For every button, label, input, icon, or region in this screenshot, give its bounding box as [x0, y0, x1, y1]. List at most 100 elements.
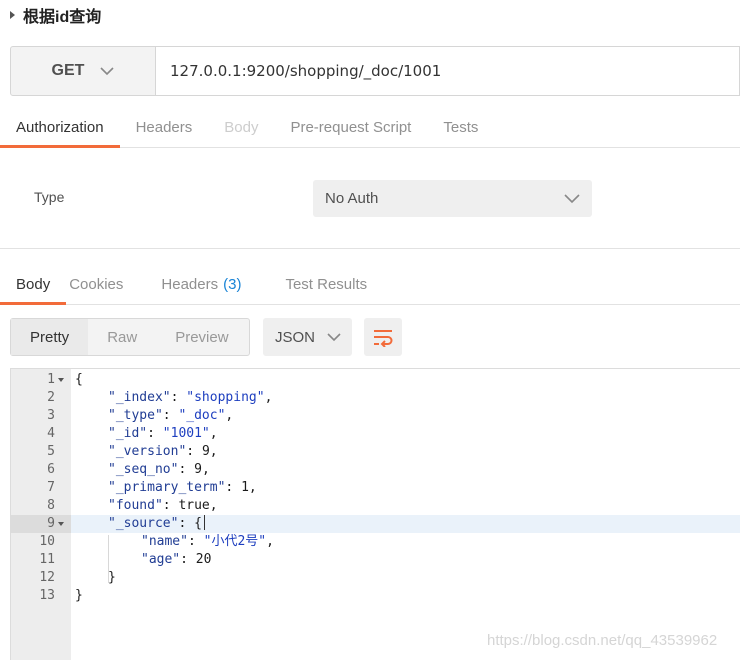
- auth-type-label: Type: [34, 189, 65, 205]
- tab-label: Tests: [443, 118, 479, 136]
- json-value: 1: [241, 480, 249, 495]
- response-body-editor[interactable]: 1 { 2 "_index": "shopping", 3 "_type": "…: [10, 368, 740, 660]
- json-punct: ,: [209, 426, 218, 441]
- wrap-lines-icon: [374, 330, 393, 347]
- section-divider: [0, 248, 740, 249]
- tab-test-results[interactable]: Test Results: [257, 264, 383, 304]
- code-line: 5 "_version": 9,: [11, 443, 740, 461]
- tab-label: Authorization: [16, 118, 104, 136]
- fold-arrow-icon[interactable]: [58, 522, 64, 526]
- headers-count: (3): [223, 275, 242, 293]
- tab-body: Body: [208, 107, 274, 147]
- text-cursor: [203, 515, 205, 530]
- chevron-down-icon: [327, 332, 341, 341]
- json-value: 9: [194, 462, 202, 477]
- code-line: 8 "found": true,: [11, 497, 740, 515]
- chevron-down-icon: [564, 193, 580, 203]
- json-key: "_seq_no": [108, 462, 179, 477]
- tab-response-headers[interactable]: Headers (3): [139, 264, 257, 304]
- code-text: "name": "小代2号",: [141, 534, 274, 549]
- code-line: 12 }: [11, 569, 740, 587]
- view-mode-pretty[interactable]: Pretty: [11, 319, 89, 355]
- json-punct: ,: [266, 534, 274, 549]
- format-select[interactable]: JSON: [263, 318, 352, 356]
- code-text: {: [75, 372, 83, 387]
- code-line: 7 "_primary_term": 1,: [11, 479, 740, 497]
- fold-arrow-icon[interactable]: [58, 378, 64, 382]
- view-mode-toggle: Pretty Raw Preview: [10, 318, 250, 356]
- code-line: 13 }: [11, 587, 740, 605]
- indent-guide: [108, 535, 109, 583]
- json-key: "name": [141, 534, 188, 549]
- auth-type-select[interactable]: No Auth: [313, 180, 592, 217]
- line-number: 3: [47, 408, 55, 423]
- line-number: 5: [47, 444, 55, 459]
- json-value: "shopping": [186, 390, 265, 405]
- code-text: "_type": "_doc",: [108, 408, 234, 423]
- request-title: 根据id查询: [23, 9, 102, 26]
- code-line: 2 "_index": "shopping",: [11, 389, 740, 407]
- line-number: 13: [39, 588, 55, 603]
- code-text: "_version": 9,: [108, 444, 218, 459]
- json-key: "_version": [108, 444, 187, 459]
- json-value: 9: [201, 444, 210, 459]
- tab-pre-request-script[interactable]: Pre-request Script: [274, 107, 427, 147]
- json-punct: ,: [209, 444, 218, 459]
- code-text: "_index": "shopping",: [108, 390, 273, 405]
- json-punct: ,: [201, 462, 210, 477]
- tab-label: Headers: [161, 275, 219, 293]
- line-number: 12: [39, 570, 55, 585]
- line-number: 8: [47, 498, 55, 513]
- json-key: "_index": [108, 390, 171, 405]
- tab-cookies[interactable]: Cookies: [66, 264, 139, 304]
- request-bar: GET 127.0.0.1:9200/shopping/_doc/1001: [10, 46, 740, 96]
- response-tabs: Body Cookies Headers (3) Test Results: [0, 264, 740, 305]
- tab-response-body[interactable]: Body: [0, 264, 67, 305]
- code-line-active: 9 "_source": {: [11, 515, 740, 533]
- method-select[interactable]: GET: [11, 47, 156, 95]
- chevron-down-icon: [100, 66, 115, 75]
- tab-tests[interactable]: Tests: [427, 107, 494, 147]
- line-number: 4: [47, 426, 55, 441]
- tab-label: Body: [224, 118, 259, 136]
- json-value: 20: [195, 552, 212, 567]
- line-number: 10: [39, 534, 55, 549]
- tab-authorization[interactable]: Authorization: [0, 107, 120, 148]
- code-text: "_seq_no": 9,: [108, 462, 210, 477]
- json-punct: ,: [225, 408, 234, 423]
- tab-label: Cookies: [69, 275, 124, 293]
- tab-label: Headers: [135, 118, 193, 136]
- code-line: 4 "_id": "1001",: [11, 425, 740, 443]
- code-text: "_source": {: [108, 515, 205, 533]
- json-value: "1001": [162, 426, 210, 441]
- code-text: "_id": "1001",: [108, 426, 218, 441]
- code-line: 3 "_type": "_doc",: [11, 407, 740, 425]
- json-key: "_primary_term": [108, 480, 226, 495]
- json-value: {: [194, 516, 202, 531]
- json-key: "_id": [108, 426, 148, 441]
- auth-type-value: No Auth: [325, 190, 379, 207]
- json-value: "_doc": [178, 408, 226, 423]
- watermark: https://blog.csdn.net/qq_43539962: [487, 632, 718, 649]
- line-number: 6: [47, 462, 55, 477]
- code-text: "found": true,: [108, 498, 218, 513]
- url-text: 127.0.0.1:9200/shopping/_doc/1001: [170, 62, 442, 80]
- request-tabs: Authorization Headers Body Pre-request S…: [0, 107, 740, 148]
- view-mode-raw[interactable]: Raw: [88, 319, 156, 355]
- line-number: 7: [47, 480, 55, 495]
- wrap-lines-button[interactable]: [364, 318, 402, 356]
- request-name[interactable]: 根据id查询: [10, 4, 101, 26]
- json-key: "age": [141, 552, 181, 567]
- code-text: "_primary_term": 1,: [108, 480, 257, 495]
- json-value: true: [178, 498, 210, 513]
- method-label: GET: [51, 62, 85, 79]
- expand-caret-icon[interactable]: [10, 11, 15, 19]
- line-number: 11: [39, 552, 55, 567]
- view-mode-preview[interactable]: Preview: [156, 319, 247, 355]
- url-input[interactable]: 127.0.0.1:9200/shopping/_doc/1001: [156, 47, 739, 95]
- json-punct: ,: [209, 498, 218, 513]
- json-key: "found": [108, 498, 163, 513]
- json-punct: ,: [248, 480, 257, 495]
- code-text: "age": 20: [141, 552, 212, 567]
- tab-headers[interactable]: Headers: [120, 107, 209, 147]
